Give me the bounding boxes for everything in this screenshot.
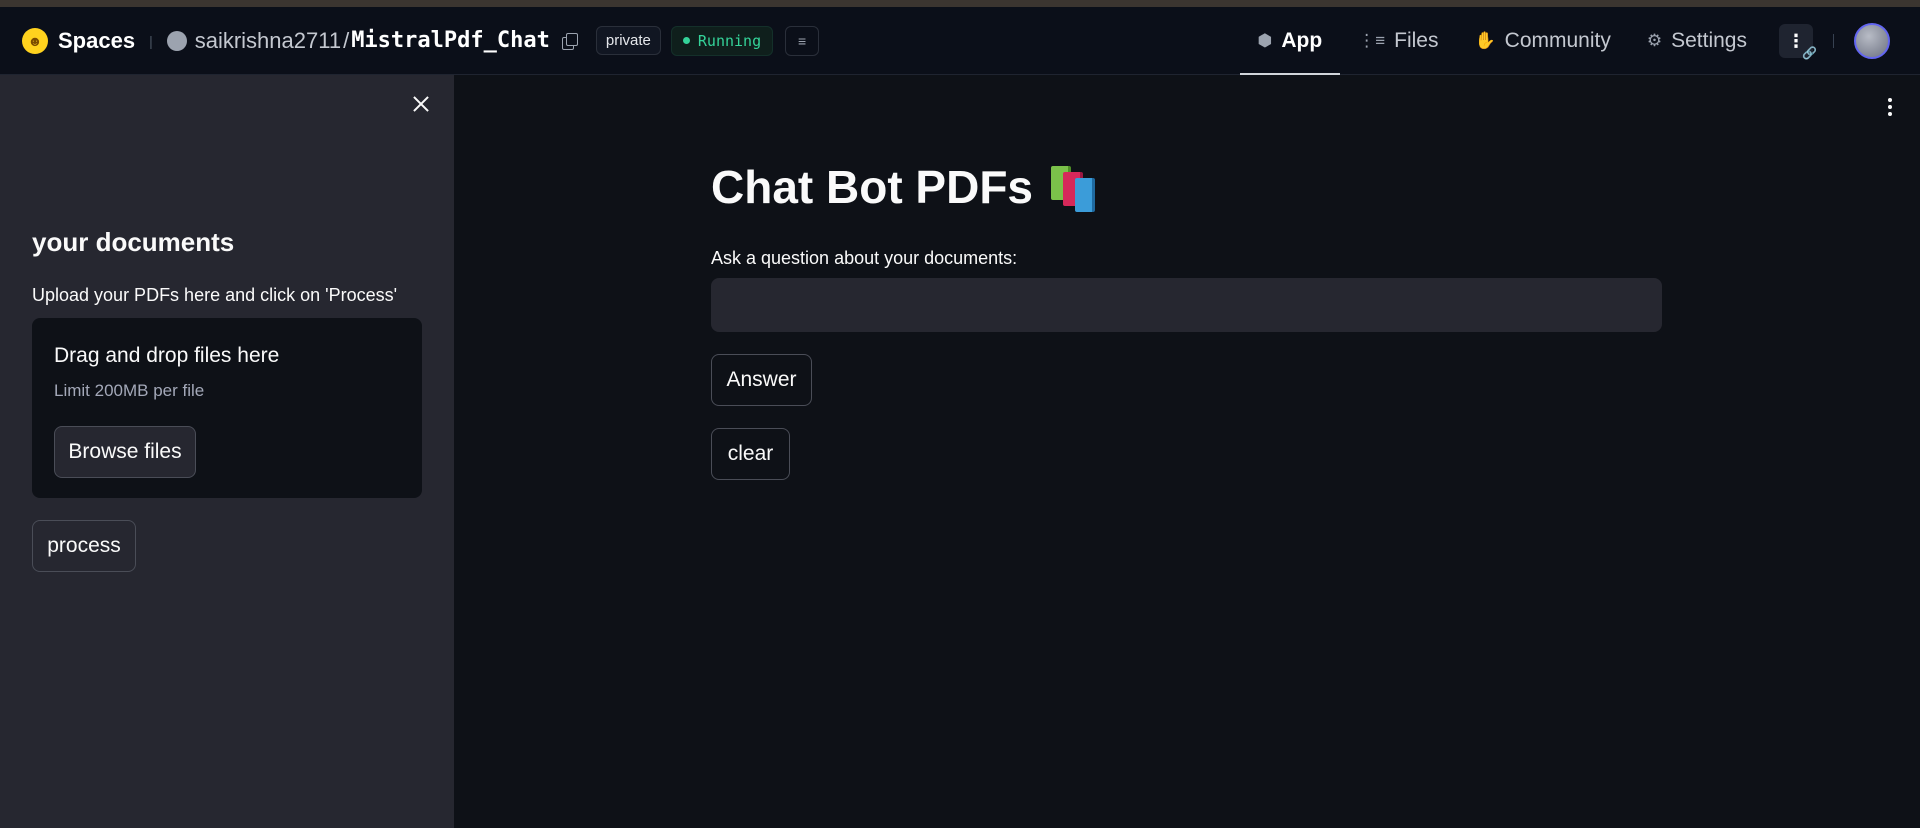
status-dot-icon xyxy=(682,37,690,44)
tab-settings[interactable]: ⚙ Settings xyxy=(1629,7,1765,75)
window-top-strip xyxy=(0,0,1920,7)
tab-app[interactable]: ⬢ App xyxy=(1239,7,1341,75)
gear-icon: ⚙ xyxy=(1646,31,1663,50)
status-badge[interactable]: Running xyxy=(670,25,774,56)
brand-label: Spaces xyxy=(58,27,136,53)
spaces-logo[interactable]: ☻ Spaces xyxy=(22,27,136,54)
cube-icon: ⬢ xyxy=(1257,31,1273,50)
sidebar: your documents Upload your PDFs here and… xyxy=(0,75,454,828)
owner-avatar[interactable] xyxy=(166,30,187,51)
top-navbar: ☻ Spaces | saikrishna2711 / MistralPdf_C… xyxy=(0,7,1920,75)
process-button[interactable]: process xyxy=(32,520,136,572)
repo-name-link[interactable]: MistralPdf_Chat xyxy=(351,28,550,53)
tab-files[interactable]: ⋮≡ Files xyxy=(1340,7,1456,75)
space-nav: ⬢ App ⋮≡ Files ✋ Community ⚙ Settings ⋮ … xyxy=(1239,7,1920,75)
file-dropzone[interactable]: Drag and drop files here Limit 200MB per… xyxy=(32,318,422,498)
answer-button[interactable]: Answer xyxy=(711,354,812,406)
copy-icon[interactable] xyxy=(560,32,578,50)
community-icon: ✋ xyxy=(1474,31,1496,50)
hugging-face-icon: ☻ xyxy=(22,27,48,54)
more-options-button[interactable]: ⋮ 🔗 xyxy=(1779,24,1817,60)
status-label: Running xyxy=(697,31,762,50)
nav-divider xyxy=(1833,34,1834,48)
tab-community-label: Community xyxy=(1504,29,1611,52)
clear-button[interactable]: clear xyxy=(711,428,790,480)
logs-icon: ≡ xyxy=(798,32,807,49)
question-input[interactable] xyxy=(711,278,1662,332)
tab-app-label: App xyxy=(1281,29,1323,52)
page-title-text: Chat Bot PDFs xyxy=(711,161,1033,213)
upload-label: Upload your PDFs here and click on 'Proc… xyxy=(32,285,398,305)
visibility-badge: private xyxy=(595,26,661,55)
browse-files-button[interactable]: Browse files xyxy=(54,426,196,478)
files-icon: ⋮≡ xyxy=(1358,31,1386,50)
page-title: Chat Bot PDFs xyxy=(711,160,1101,214)
tab-community[interactable]: ✋ Community xyxy=(1456,7,1628,75)
close-sidebar-icon[interactable] xyxy=(409,92,433,116)
link-icon: 🔗 xyxy=(1802,46,1817,60)
sidebar-title: your documents xyxy=(32,227,235,257)
breadcrumb-slash: / xyxy=(343,27,350,53)
owner-link[interactable]: saikrishna2711 xyxy=(195,28,341,54)
tab-settings-label: Settings xyxy=(1671,29,1747,52)
main-menu-icon[interactable] xyxy=(1888,98,1894,118)
breadcrumb-divider: | xyxy=(149,32,153,49)
logs-button[interactable]: ≡ xyxy=(785,25,820,56)
tab-files-label: Files xyxy=(1394,29,1439,52)
dropzone-title: Drag and drop files here xyxy=(54,344,280,367)
user-avatar[interactable] xyxy=(1854,23,1890,59)
dropzone-limit: Limit 200MB per file xyxy=(54,381,205,400)
question-label: Ask a question about your documents: xyxy=(711,248,1018,268)
books-icon xyxy=(1049,164,1101,212)
